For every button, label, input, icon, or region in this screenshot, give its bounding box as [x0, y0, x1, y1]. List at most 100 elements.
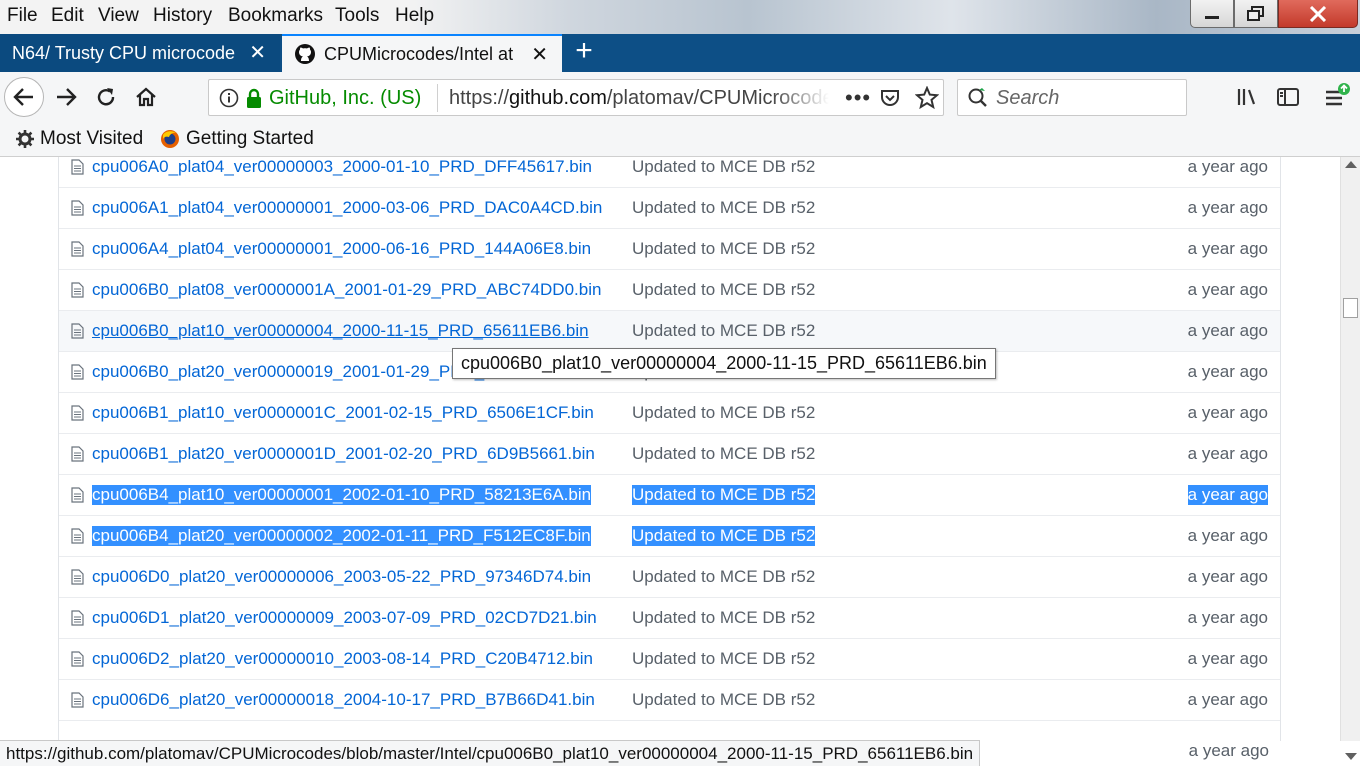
- file-link[interactable]: cpu006B4_plat20_ver00000002_2002-01-11_P…: [92, 526, 591, 546]
- bookmark-most-visited[interactable]: Most Visited: [16, 128, 143, 150]
- file-link[interactable]: cpu006D1_plat20_ver00000009_2003-07-09_P…: [92, 608, 597, 628]
- file-link[interactable]: cpu006B1_plat10_ver0000001C_2001-02-15_P…: [92, 403, 594, 423]
- file-link[interactable]: cpu006B1_plat20_ver0000001D_2001-02-20_P…: [92, 444, 595, 464]
- file-row: cpu006B1_plat20_ver0000001D_2001-02-20_P…: [59, 433, 1280, 474]
- close-window-button[interactable]: [1278, 0, 1358, 28]
- commit-message[interactable]: Updated to MCE DB r52: [632, 444, 815, 464]
- pocket-icon[interactable]: [879, 87, 901, 109]
- menu-help[interactable]: Help: [395, 5, 434, 27]
- home-button[interactable]: [130, 80, 162, 114]
- url-host: github.com: [509, 87, 607, 109]
- lock-icon[interactable]: [245, 88, 263, 110]
- commit-age: a year ago: [1187, 608, 1268, 627]
- commit-message[interactable]: Updated to MCE DB r52: [632, 321, 815, 341]
- file-link[interactable]: cpu006B0_plat10_ver00000004_2000-11-15_P…: [92, 321, 589, 341]
- vertical-scrollbar[interactable]: [1340, 157, 1360, 760]
- file-link[interactable]: cpu006B0_plat08_ver0000001A_2001-01-29_P…: [92, 280, 601, 300]
- address-bar[interactable]: GitHub, Inc. (US) https://github.com/pla…: [208, 79, 944, 116]
- file-row: cpu006D1_plat20_ver00000009_2003-07-09_P…: [59, 597, 1280, 638]
- minimize-icon: [1205, 15, 1219, 19]
- commit-message[interactable]: Updated to MCE DB r52: [632, 649, 815, 669]
- commit-age: a year ago: [1187, 444, 1268, 463]
- info-icon[interactable]: [219, 88, 239, 108]
- file-row: cpu006A0_plat04_ver00000003_2000-01-10_P…: [59, 157, 1280, 187]
- commit-message[interactable]: Updated to MCE DB r52: [632, 485, 816, 505]
- commit-message[interactable]: Updated to MCE DB r52: [632, 403, 815, 423]
- commit-age: a year ago: [1188, 741, 1269, 760]
- commit-message[interactable]: Updated to MCE DB r52: [632, 280, 815, 300]
- maximize-button[interactable]: [1234, 0, 1278, 28]
- search-icon: [968, 88, 987, 107]
- tab-close-icon[interactable]: ✕: [249, 43, 266, 63]
- file-icon: [71, 241, 84, 257]
- menu-bookmarks[interactable]: Bookmarks: [228, 5, 323, 27]
- file-link[interactable]: cpu006A4_plat04_ver00000001_2000-06-16_P…: [92, 239, 591, 259]
- link-tooltip: cpu006B0_plat10_ver00000004_2000-11-15_P…: [452, 348, 996, 379]
- bookmark-getting-started[interactable]: Getting Started: [160, 128, 314, 150]
- close-icon: [1309, 5, 1327, 22]
- forward-button[interactable]: [50, 80, 82, 114]
- bookmarks-toolbar: Most Visited Getting Started: [0, 122, 1360, 157]
- page-actions-button[interactable]: •••: [845, 85, 871, 111]
- firefox-icon: [161, 130, 179, 148]
- commit-message[interactable]: Updated to MCE DB r52: [632, 198, 815, 218]
- minimize-button[interactable]: [1190, 0, 1234, 28]
- tab-close-icon[interactable]: ✕: [531, 45, 548, 65]
- file-icon: [71, 282, 84, 298]
- new-tab-button[interactable]: +: [570, 36, 598, 68]
- commit-message[interactable]: Updated to MCE DB r52: [632, 157, 815, 177]
- url-text[interactable]: https://github.com/platomav/CPUMicrocode…: [449, 87, 829, 110]
- tab-trusty-microcode[interactable]: N64/ Trusty CPU microcode ✕: [0, 34, 280, 72]
- navigation-toolbar: GitHub, Inc. (US) https://github.com/pla…: [0, 72, 1360, 122]
- search-bar[interactable]: [957, 79, 1187, 116]
- menu-file[interactable]: File: [7, 5, 38, 27]
- scroll-up-arrow-icon[interactable]: [1345, 161, 1357, 168]
- sidebar-icon[interactable]: [1276, 87, 1300, 107]
- status-bar: a year ago https://github.com/platomav/C…: [0, 740, 1360, 768]
- commit-age: a year ago: [1187, 567, 1268, 586]
- commit-message[interactable]: Updated to MCE DB r52: [632, 239, 815, 259]
- forward-arrow-icon: [57, 88, 77, 106]
- file-row: cpu006B1_plat10_ver0000001C_2001-02-15_P…: [59, 392, 1280, 433]
- commit-message[interactable]: Updated to MCE DB r52: [632, 690, 815, 710]
- file-list: cpu006A0_plat04_ver00000003_2000-01-10_P…: [58, 157, 1281, 741]
- menu-view[interactable]: View: [98, 5, 139, 27]
- site-identity[interactable]: GitHub, Inc. (US): [269, 87, 421, 110]
- file-link[interactable]: cpu006A1_plat04_ver00000001_2000-03-06_P…: [92, 198, 602, 218]
- search-input[interactable]: [996, 85, 1176, 111]
- file-link[interactable]: cpu006A0_plat04_ver00000003_2000-01-10_P…: [92, 157, 592, 177]
- back-button[interactable]: [4, 77, 44, 117]
- commit-age: a year ago: [1187, 649, 1268, 668]
- file-row: cpu006D0_plat20_ver00000006_2003-05-22_P…: [59, 556, 1280, 597]
- url-separator: [437, 84, 438, 112]
- tab-cpumicrocodes[interactable]: CPUMicrocodes/Intel at ✕: [282, 34, 562, 72]
- bookmark-star-icon[interactable]: [915, 86, 939, 110]
- file-link[interactable]: cpu006D6_plat20_ver00000018_2004-10-17_P…: [92, 690, 595, 710]
- file-icon: [71, 610, 84, 626]
- file-icon: [71, 200, 84, 216]
- menu-edit[interactable]: Edit: [51, 5, 84, 27]
- commit-age: a year ago: [1187, 157, 1268, 176]
- commit-message[interactable]: Updated to MCE DB r52: [632, 608, 815, 628]
- menu-history[interactable]: History: [153, 5, 212, 27]
- file-icon: [71, 323, 84, 339]
- file-icon: [71, 569, 84, 585]
- reload-button[interactable]: [90, 80, 122, 114]
- file-link[interactable]: cpu006D0_plat20_ver00000006_2003-05-22_P…: [92, 567, 591, 587]
- library-icon[interactable]: [1236, 87, 1260, 107]
- hamburger-menu-icon[interactable]: [1322, 82, 1352, 110]
- commit-age: a year ago: [1187, 239, 1268, 258]
- file-icon: [71, 487, 84, 503]
- commit-message[interactable]: Updated to MCE DB r52: [632, 526, 816, 546]
- tab-title: N64/ Trusty CPU microcode: [12, 42, 236, 63]
- menu-tools[interactable]: Tools: [335, 5, 379, 27]
- file-icon: [71, 364, 84, 380]
- file-link[interactable]: cpu006B4_plat10_ver00000001_2002-01-10_P…: [92, 485, 592, 505]
- file-row: cpu006D6_plat20_ver00000018_2004-10-17_P…: [59, 679, 1280, 720]
- file-link[interactable]: cpu006D2_plat20_ver00000010_2003-08-14_P…: [92, 649, 593, 669]
- commit-message[interactable]: Updated to MCE DB r52: [632, 567, 815, 587]
- scroll-thumb[interactable]: [1343, 298, 1358, 318]
- commit-age: a year ago: [1187, 526, 1268, 545]
- file-row: cpu006A4_plat04_ver00000001_2000-06-16_P…: [59, 228, 1280, 269]
- file-link[interactable]: cpu006B0_plat20_ver00000019_2001-01-29_P…: [92, 362, 484, 382]
